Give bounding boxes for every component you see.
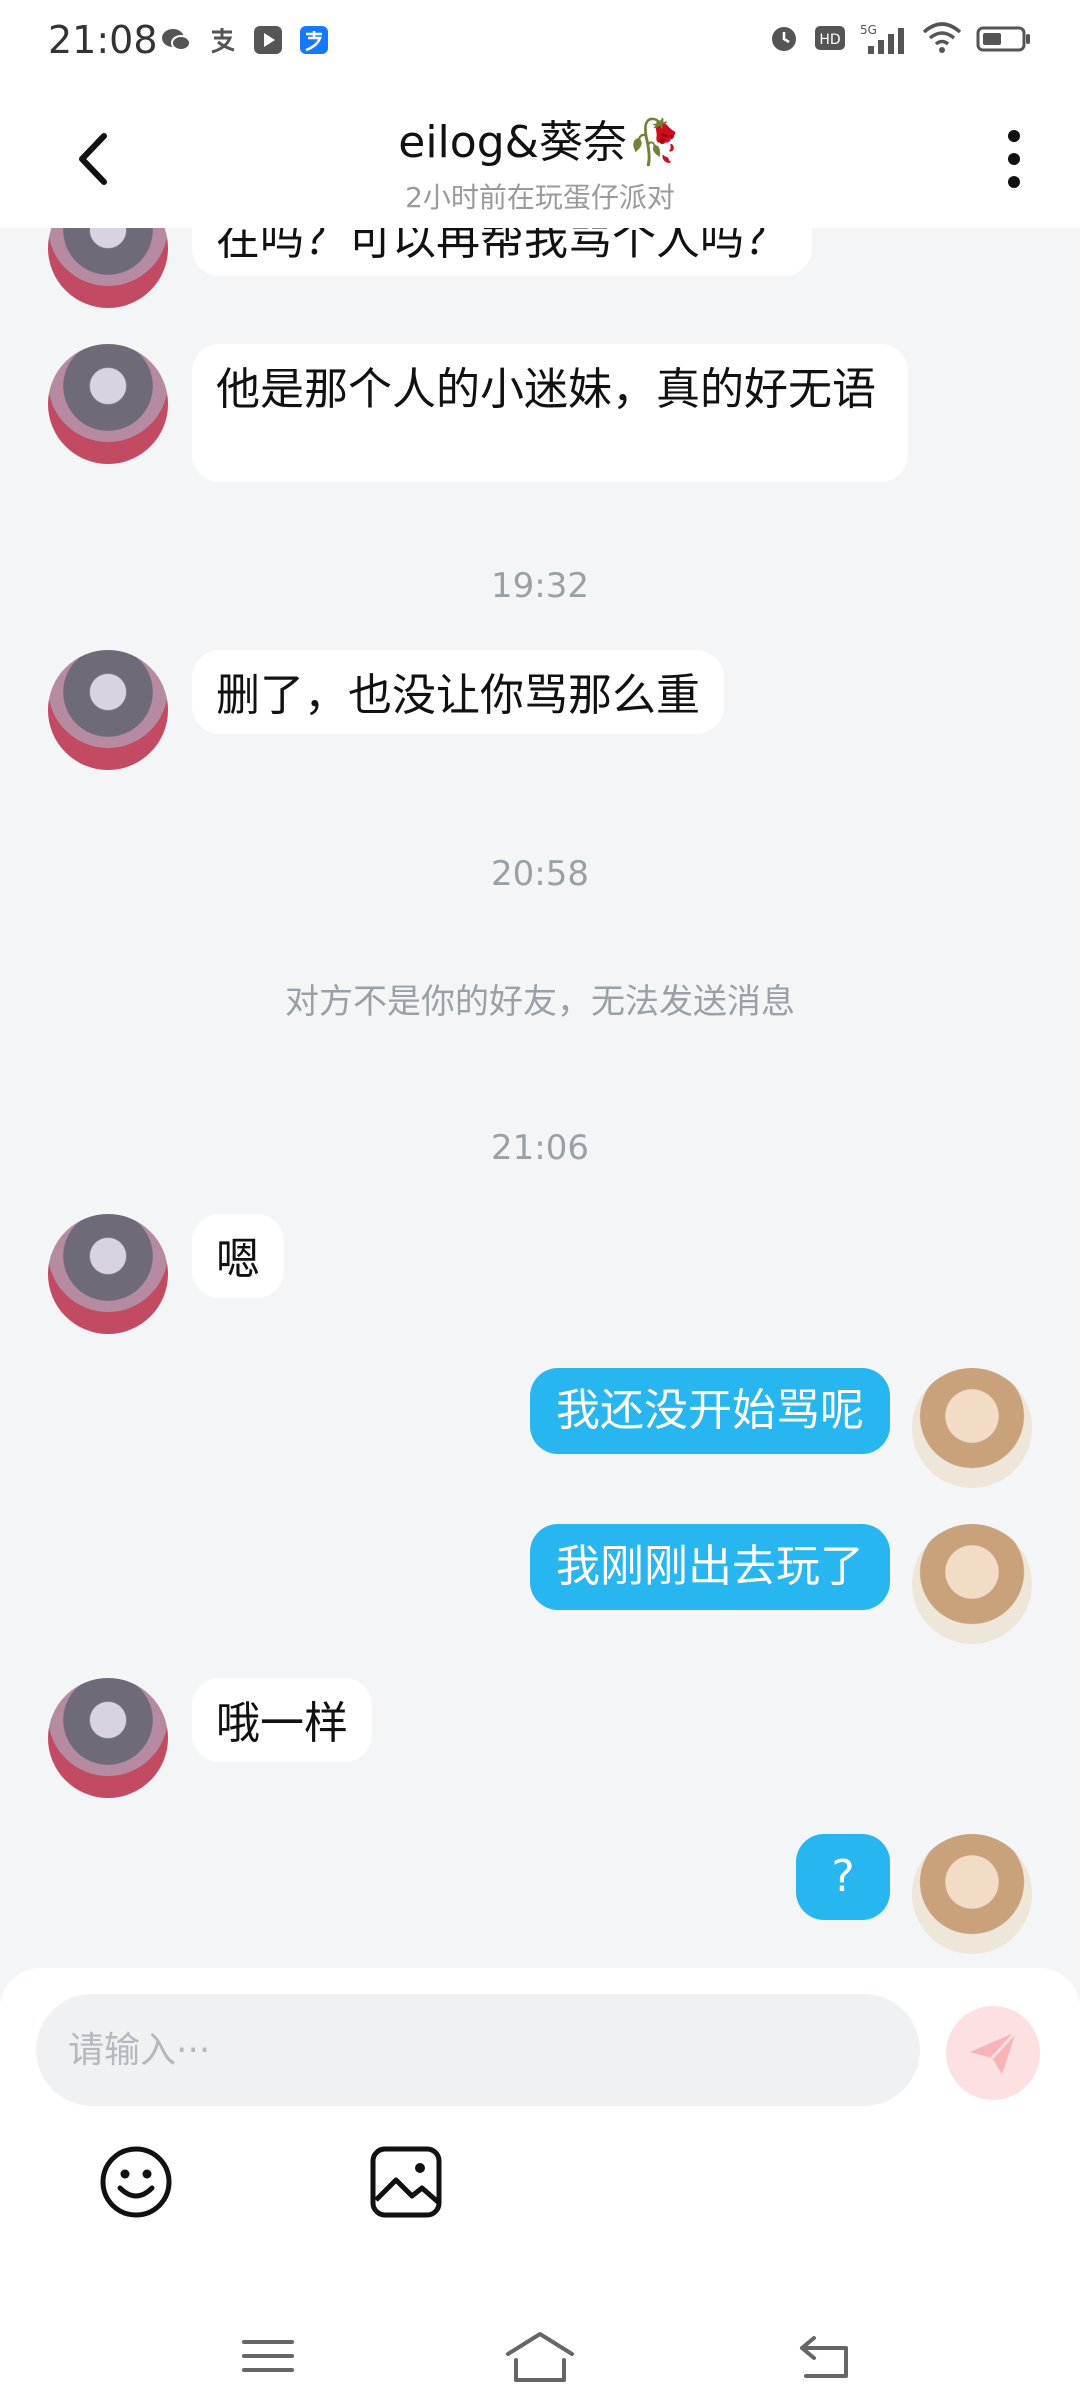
video-play-icon [254, 26, 282, 54]
battery-icon [976, 26, 1030, 52]
signal-5g-icon: 5G [860, 23, 904, 54]
alipay-app-icon [300, 26, 328, 54]
message-bubble-incoming[interactable]: 在吗？可以再帮我骂个人吗？ [192, 228, 812, 276]
menu-icon [242, 2340, 294, 2372]
chat-header: eilog&葵奈🥀 2小时前在玩蛋仔派对 [0, 84, 1080, 228]
alarm-icon [772, 27, 796, 51]
system-nav-bar [0, 2300, 1080, 2408]
send-button[interactable] [946, 2006, 1040, 2100]
more-button[interactable] [996, 124, 1032, 194]
image-icon [370, 2146, 442, 2218]
message-bubble-incoming[interactable]: 删了，也没让你骂那么重 [192, 650, 724, 734]
back-icon [800, 2336, 848, 2378]
contact-avatar[interactable] [48, 228, 168, 308]
message-input[interactable] [66, 2028, 890, 2072]
chat-timestamp: 21:06 [491, 1128, 589, 1168]
status-time: 21:08 [48, 18, 158, 62]
svg-text:HD: HD [819, 32, 840, 48]
more-vertical-icon [1008, 130, 1020, 188]
my-avatar[interactable] [912, 1524, 1032, 1644]
home-icon [506, 2332, 574, 2382]
message-bubble-outgoing[interactable]: 我刚刚出去玩了 [530, 1524, 890, 1610]
contact-avatar[interactable] [48, 344, 168, 464]
paper-plane-icon [970, 2030, 1018, 2074]
message-bubble-incoming[interactable]: 哦一样 [192, 1678, 372, 1762]
nav-home-button[interactable] [504, 2330, 576, 2384]
message-bubble-incoming[interactable]: 嗯 [192, 1214, 284, 1298]
status-bar: 21:08 HD 5G [0, 0, 1080, 84]
svg-text:5G: 5G [860, 23, 877, 37]
message-bubble-incoming[interactable]: 他是那个人的小迷妹，真的好无语 [192, 344, 908, 482]
alipay-icon [211, 28, 235, 54]
wechat-icon [162, 29, 191, 51]
image-button[interactable] [368, 2144, 444, 2220]
emoji-button[interactable] [98, 2144, 174, 2220]
contact-avatar[interactable] [48, 1214, 168, 1334]
wifi-icon [922, 22, 962, 53]
hd-icon: HD [815, 26, 845, 50]
nav-back-button[interactable] [796, 2334, 852, 2380]
message-bubble-outgoing[interactable]: ? [796, 1834, 890, 1920]
message-input-wrapper[interactable] [36, 1994, 920, 2106]
chat-timestamp: 19:32 [491, 566, 589, 606]
contact-avatar[interactable] [48, 1678, 168, 1798]
chat-timestamp: 20:58 [491, 854, 589, 894]
status-indicators: HD 5G [768, 22, 1032, 54]
chat-subtitle: 2小时前在玩蛋仔派对 [405, 181, 675, 214]
title-block: eilog&葵奈🥀 2小时前在玩蛋仔派对 [0, 106, 1080, 216]
message-list[interactable]: 在吗？可以再帮我骂个人吗？ 他是那个人的小迷妹，真的好无语 19:32 删了，也… [0, 228, 1080, 1968]
message-bubble-outgoing[interactable]: 我还没开始骂呢 [530, 1368, 890, 1454]
smiley-icon [100, 2146, 172, 2218]
contact-avatar[interactable] [48, 650, 168, 770]
status-app-icons [160, 24, 330, 56]
my-avatar[interactable] [912, 1834, 1032, 1954]
chat-title: eilog&葵奈🥀 [398, 117, 682, 168]
nav-menu-button[interactable] [240, 2336, 296, 2376]
system-notice: 对方不是你的好友，无法发送消息 [285, 982, 795, 1022]
my-avatar[interactable] [912, 1368, 1032, 1488]
